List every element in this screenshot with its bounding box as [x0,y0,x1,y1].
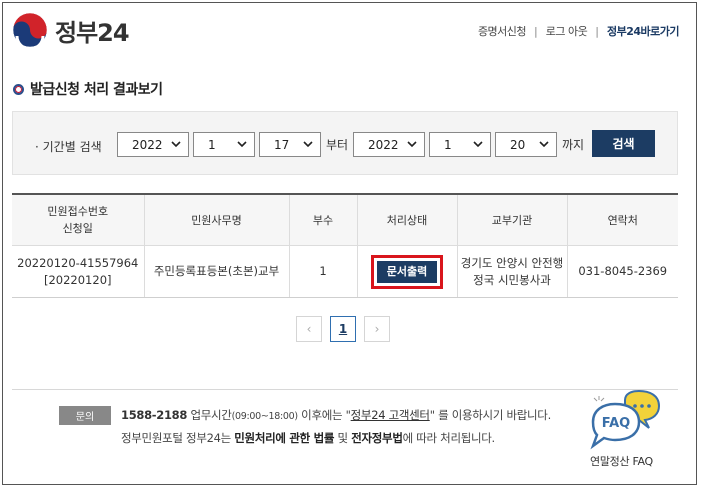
page-title-text: 발급신청 처리 결과보기 [30,82,163,98]
faq-label[interactable]: 연말정산 FAQ [590,453,653,469]
nav-separator: | [534,24,538,38]
col-header-status: 처리상태 [356,194,457,246]
next-page-button[interactable]: › [364,316,390,342]
search-button[interactable]: 검색 [592,130,655,157]
customer-center-link[interactable]: 정부24 고객센터 [351,408,430,422]
print-highlight: 문서출력 [371,254,443,289]
chevron-down-icon [303,141,313,148]
filter-label: · 기간별 검색 [35,140,102,154]
col-header-receipt: 민원접수번호 신청일 [12,194,144,246]
table-header-row: 민원접수번호 신청일 민원사무명 부수 처리상태 교부기관 연락처 [12,194,678,246]
col-header-copies: 부수 [288,194,357,246]
taegeuk-logo-icon [12,12,48,48]
to-word: 까지 [562,138,585,152]
service-cell: 주민등록표등본(초본)교부 [143,245,289,298]
agency-cell: 경기도 안양시 안전행 정국 시민봉사과 [456,245,567,298]
contact-cell: 031-8045-2369 [566,245,678,298]
col-header-agency: 교부기관 [456,194,567,246]
prev-page-button[interactable]: ‹ [296,316,322,342]
copies-cell: 1 [288,245,357,298]
faq-speech-bubble-icon[interactable]: FAQ [587,390,667,452]
page-title: 발급신청 처리 결과보기 [13,79,163,99]
bullet-icon [13,83,24,95]
col-header-contact: 연락처 [566,194,678,246]
footer-legal-line: 정부민원포털 정부24는 민원처리에 관한 법률 및 전자정부법에 따라 처리됩… [121,431,495,445]
chevron-down-icon [473,141,483,148]
from-month-select[interactable]: 1 [193,132,255,157]
nav-certificate-apply[interactable]: 증명서신청 [478,23,527,39]
footer-divider [12,389,678,390]
chevron-down-icon [171,141,181,148]
inquiry-badge: 문의 [59,406,111,425]
col-header-service: 민원사무명 [143,194,289,246]
footer-contact-line: 1588-2188 업무시간(09:00~18:00) 이후에는 "정부24 고… [121,408,551,422]
chevron-down-icon [237,141,247,148]
page-1-button[interactable]: 1 [330,316,356,342]
gov24-logo[interactable]: 정부24 [12,12,130,48]
date-filter-panel: · 기간별 검색 2022 1 17 부터 2022 1 20 까지 검색 [12,111,678,175]
receipt-cell: 20220120-41557964 [20220120] [12,245,144,298]
to-year-select[interactable]: 2022 [353,132,425,157]
chevron-down-icon [407,141,417,148]
to-month-select[interactable]: 1 [429,132,491,157]
nav-gov24-shortcut[interactable]: 정부24바로가기 [607,23,680,39]
pagination: ‹ 1 › [296,316,398,342]
top-nav: 증명서신청 | 로그 아웃 | 정부24바로가기 [478,23,680,39]
to-day-select[interactable]: 20 [495,132,557,157]
status-cell: 문서출력 [356,245,457,298]
nav-logout[interactable]: 로그 아웃 [546,23,588,39]
print-document-button[interactable]: 문서출력 [377,260,437,283]
nav-separator: | [595,24,599,38]
from-word: 부터 [326,138,349,152]
chevron-down-icon [539,141,549,148]
from-day-select[interactable]: 17 [259,132,321,157]
results-table: 민원접수번호 신청일 민원사무명 부수 처리상태 교부기관 연락처 202201… [12,193,678,298]
from-year-select[interactable]: 2022 [117,132,189,157]
svg-text:FAQ: FAQ [602,416,631,431]
table-row: 20220120-41557964 [20220120] 주민등록표등본(초본)… [12,245,678,298]
logo-text: 정부24 [55,18,130,47]
